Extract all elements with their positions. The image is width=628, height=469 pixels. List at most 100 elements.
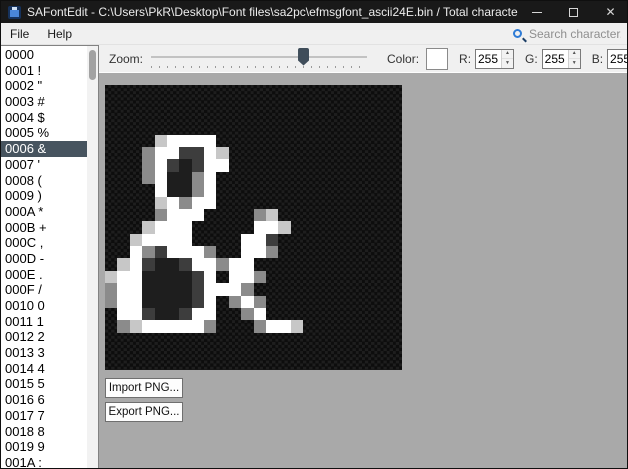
glyph-pixel — [155, 209, 167, 221]
glyph-pixel — [117, 258, 129, 270]
maximize-button[interactable] — [555, 1, 592, 23]
list-item[interactable]: 000D - — [1, 251, 87, 267]
list-item[interactable]: 0009 ) — [1, 188, 87, 204]
list-item[interactable]: 0005 % — [1, 125, 87, 141]
slider-track[interactable] — [151, 56, 367, 58]
glyph-pixel — [105, 283, 117, 295]
glyph-pixel — [204, 147, 216, 159]
list-item[interactable]: 0014 4 — [1, 361, 87, 377]
glyph-pixel — [142, 320, 154, 332]
glyph-pixel — [241, 308, 253, 320]
channel-value-input[interactable]: 255▲▼ — [475, 49, 514, 69]
glyph-pixel — [204, 135, 216, 147]
app-window: SAFontEdit - C:\Users\PkR\Desktop\Font f… — [0, 0, 628, 469]
slider-ticks — [151, 66, 367, 68]
glyph-pixel — [229, 271, 241, 283]
glyph-pixel — [117, 308, 129, 320]
glyph-pixel — [179, 296, 191, 308]
list-item[interactable]: 000B + — [1, 220, 87, 236]
glyph-pixel — [130, 246, 142, 258]
list-item[interactable]: 0016 6 — [1, 392, 87, 408]
list-item[interactable]: 0019 9 — [1, 439, 87, 455]
glyph-pixel — [167, 221, 179, 233]
channel-value[interactable]: 255 — [608, 50, 628, 68]
glyph-pixel — [179, 172, 191, 184]
list-item[interactable]: 0006 & — [1, 141, 87, 157]
scrollbar-thumb[interactable] — [89, 50, 96, 80]
list-item[interactable]: 0013 3 — [1, 345, 87, 361]
list-item[interactable]: 0017 7 — [1, 408, 87, 424]
list-item[interactable]: 0008 ( — [1, 173, 87, 189]
glyph-pixel — [254, 234, 266, 246]
glyph-pixel — [266, 320, 278, 332]
glyph-pixel — [167, 172, 179, 184]
spinner: ▲▼ — [568, 50, 580, 68]
list-item[interactable]: 0000 — [1, 47, 87, 63]
list-item[interactable]: 0015 5 — [1, 376, 87, 392]
glyph-pixel — [229, 283, 241, 295]
glyph-pixel — [179, 258, 191, 270]
list-item[interactable]: 0018 8 — [1, 424, 87, 440]
list-item[interactable]: 0004 $ — [1, 110, 87, 126]
glyph-pixel — [155, 184, 167, 196]
glyph-pixel — [266, 234, 278, 246]
search-input[interactable] — [529, 27, 621, 41]
list-item[interactable]: 0007 ' — [1, 157, 87, 173]
glyph-pixel — [179, 147, 191, 159]
menu-item-file[interactable]: File — [1, 23, 38, 44]
glyph-pixel — [105, 271, 117, 283]
glyph-pixel — [204, 320, 216, 332]
glyph-pixel — [254, 246, 266, 258]
list-item[interactable]: 000C , — [1, 235, 87, 251]
list-item[interactable]: 0012 2 — [1, 329, 87, 345]
window-title: SAFontEdit - C:\Users\PkR\Desktop\Font f… — [27, 5, 518, 19]
glyph-canvas[interactable] — [105, 85, 402, 370]
glyph-pixel — [204, 283, 216, 295]
list-item[interactable]: 0001 ! — [1, 63, 87, 79]
spinner-up-icon[interactable]: ▲ — [502, 50, 513, 60]
list-item[interactable]: 0011 1 — [1, 314, 87, 330]
list-item[interactable]: 000E . — [1, 267, 87, 283]
spinner-down-icon[interactable]: ▼ — [502, 59, 513, 68]
glyph-pixel — [142, 283, 154, 295]
glyph-pixel — [155, 197, 167, 209]
glyph-pixel — [254, 209, 266, 221]
list-item[interactable]: 0003 # — [1, 94, 87, 110]
import-png-button[interactable]: Import PNG... — [105, 378, 183, 398]
glyph-pixel — [179, 246, 191, 258]
spinner-up-icon[interactable]: ▲ — [569, 50, 580, 60]
export-png-button[interactable]: Export PNG... — [105, 402, 183, 422]
channel-value[interactable]: 255 — [476, 50, 501, 68]
channel-value-input[interactable]: 255▲▼ — [542, 49, 581, 69]
channel-r: R:255▲▼ — [459, 49, 514, 69]
channel-value[interactable]: 255 — [543, 50, 568, 68]
close-icon: ✕ — [605, 6, 615, 18]
slider-thumb[interactable] — [298, 48, 309, 66]
glyph-pixel — [167, 197, 179, 209]
menu-item-help[interactable]: Help — [38, 23, 81, 44]
glyph-pixel — [179, 308, 191, 320]
channel-value-input[interactable]: 255▲▼ — [607, 49, 628, 69]
list-item[interactable]: 0010 0 — [1, 298, 87, 314]
menu-items: FileHelp — [1, 23, 81, 44]
list-scrollbar[interactable] — [87, 46, 98, 469]
glyph-pixel — [179, 221, 191, 233]
glyph-pixel — [130, 320, 142, 332]
zoom-slider[interactable] — [149, 47, 369, 71]
spinner-down-icon[interactable]: ▼ — [569, 59, 580, 68]
minimize-button[interactable] — [518, 1, 555, 23]
glyph-pixel — [155, 258, 167, 270]
list-item[interactable]: 001A : — [1, 455, 87, 469]
minimize-icon — [532, 12, 542, 13]
glyph-pixel — [266, 209, 278, 221]
list-item[interactable]: 000A * — [1, 204, 87, 220]
glyph-pixel — [241, 246, 253, 258]
color-swatch[interactable] — [426, 48, 448, 70]
glyph-pixel — [117, 271, 129, 283]
character-list-panel: 00000001 !0002 "0003 #0004 $0005 %0006 &… — [1, 45, 99, 469]
close-button[interactable]: ✕ — [592, 1, 628, 23]
list-item[interactable]: 000F / — [1, 282, 87, 298]
glyph-pixel — [167, 135, 179, 147]
glyph-pixel — [142, 296, 154, 308]
list-item[interactable]: 0002 " — [1, 78, 87, 94]
